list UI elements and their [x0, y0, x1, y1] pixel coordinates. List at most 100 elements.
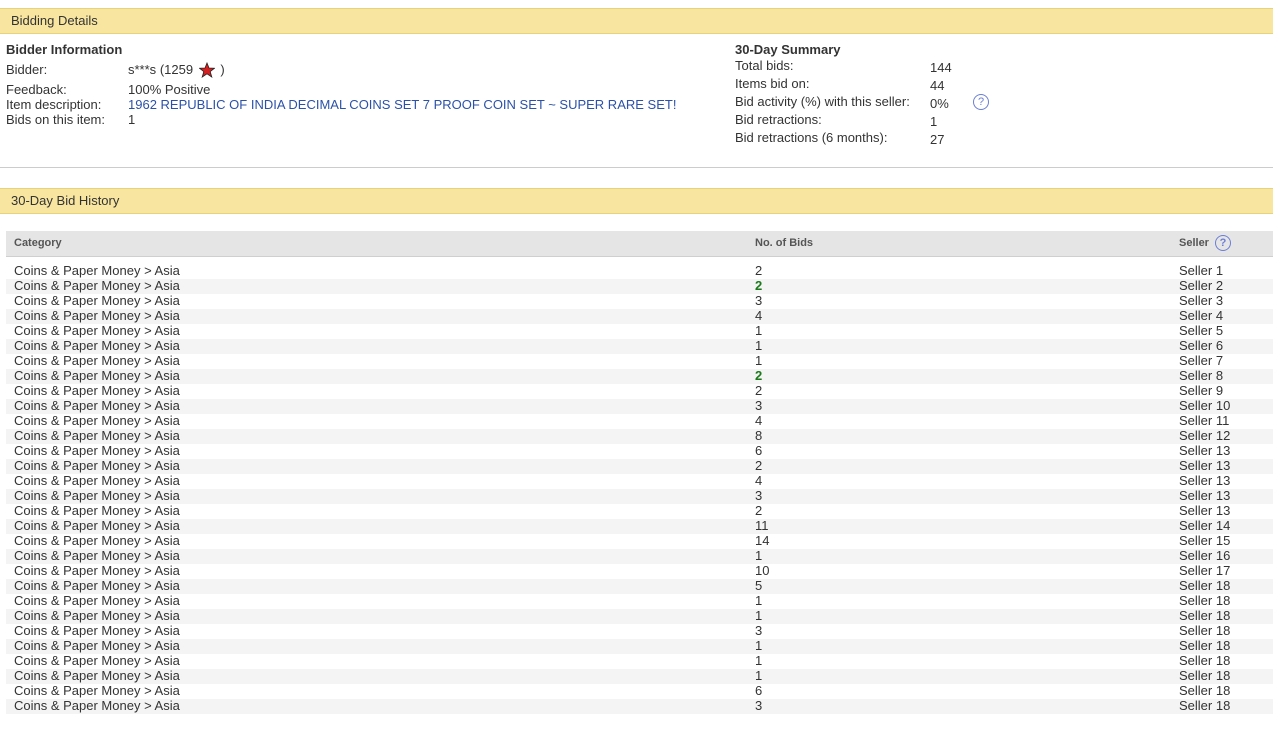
item-description-link[interactable]: 1962 REPUBLIC OF INDIA DECIMAL COINS SET… — [128, 97, 676, 112]
bid-retractions-label: Bid retractions: — [735, 112, 822, 127]
feedback-paren-close: ) — [220, 62, 225, 77]
seller-cell: Seller 13 — [1179, 503, 1231, 518]
seller-cell: Seller 7 — [1179, 353, 1224, 368]
category-cell: Coins & Paper Money > Asia — [14, 668, 180, 683]
bids-cell: 1 — [755, 338, 763, 353]
table-row: Coins & Paper Money > Asia 6 Seller 13 — [6, 444, 1273, 459]
seller-cell: Seller 18 — [1179, 593, 1231, 608]
category-cell: Coins & Paper Money > Asia — [14, 623, 180, 638]
category-cell: Coins & Paper Money > Asia — [14, 278, 180, 293]
column-header-bids[interactable]: No. of Bids — [755, 237, 813, 249]
bidder-name[interactable]: s***s — [128, 62, 156, 77]
category-cell: Coins & Paper Money > Asia — [14, 398, 180, 413]
bid-history-table-header: Category No. of Bids Seller ? — [6, 231, 1273, 257]
category-cell: Coins & Paper Money > Asia — [14, 368, 180, 383]
section-divider — [0, 167, 1273, 168]
bids-cell: 3 — [755, 488, 763, 503]
bid-history-table-body: Coins & Paper Money > Asia 2 Seller 1 Coins… — [6, 264, 1273, 714]
seller-cell: Seller 11 — [1179, 413, 1230, 428]
bids-cell: 1 — [755, 323, 763, 338]
category-cell: Coins & Paper Money > Asia — [14, 683, 180, 698]
table-row: Coins & Paper Money > Asia 1 Seller 7 — [6, 354, 1273, 369]
feedback-score[interactable]: 1259 — [164, 62, 193, 77]
table-row: Coins & Paper Money > Asia 1 Seller 18 — [6, 594, 1273, 609]
table-row: Coins & Paper Money > Asia 1 Seller 5 — [6, 324, 1273, 339]
seller-cell: Seller 14 — [1179, 518, 1231, 533]
bidder-value: s***s (1259 ) — [128, 61, 225, 78]
table-row: Coins & Paper Money > Asia 1 Seller 18 — [6, 654, 1273, 669]
table-row: Coins & Paper Money > Asia 1 Seller 6 — [6, 339, 1273, 354]
bidding-details-header: Bidding Details — [0, 8, 1273, 34]
bids-cell: 1 — [755, 608, 763, 623]
seller-cell: Seller 5 — [1179, 323, 1224, 338]
category-cell: Coins & Paper Money > Asia — [14, 488, 180, 503]
seller-cell: Seller 2 — [1179, 278, 1224, 293]
column-header-seller-label[interactable]: Seller — [1179, 237, 1209, 249]
bids-cell: 1 — [755, 653, 763, 668]
seller-cell: Seller 4 — [1179, 308, 1224, 323]
category-cell: Coins & Paper Money > Asia — [14, 308, 180, 323]
table-row: Coins & Paper Money > Asia 1 Seller 16 — [6, 549, 1273, 564]
bid-activity-label: Bid activity (%) with this seller: — [735, 94, 910, 109]
bids-cell: 8 — [755, 428, 763, 443]
bids-cell: 1 — [755, 548, 763, 563]
bids-cell: 3 — [755, 698, 763, 713]
seller-cell: Seller 13 — [1179, 458, 1231, 473]
table-row: Coins & Paper Money > Asia 2 Seller 13 — [6, 459, 1273, 474]
seller-cell: Seller 10 — [1179, 398, 1231, 413]
table-row: Coins & Paper Money > Asia 3 Seller 10 — [6, 399, 1273, 414]
bids-cell: 3 — [755, 398, 763, 413]
bids-on-item-label: Bids on this item: — [6, 112, 105, 127]
table-row: Coins & Paper Money > Asia 14 Seller 15 — [6, 534, 1273, 549]
table-row: Coins & Paper Money > Asia 5 Seller 18 — [6, 579, 1273, 594]
items-bid-value: 44 — [930, 78, 945, 93]
bids-cell: 6 — [755, 683, 763, 698]
category-cell: Coins & Paper Money > Asia — [14, 383, 180, 398]
table-row: Coins & Paper Money > Asia 1 Seller 18 — [6, 669, 1273, 684]
bid-retractions-value: 1 — [930, 114, 938, 129]
table-row: Coins & Paper Money > Asia 4 Seller 13 — [6, 474, 1273, 489]
seller-cell: Seller 18 — [1179, 638, 1231, 653]
seller-help-icon[interactable]: ? — [1215, 235, 1232, 251]
seller-cell: Seller 18 — [1179, 683, 1231, 698]
table-row: Coins & Paper Money > Asia 4 Seller 4 — [6, 309, 1273, 324]
bidder-information-panel: Bidder Information Bidder: s***s (1259 )… — [6, 42, 716, 152]
feedback-label: Feedback: — [6, 82, 67, 97]
help-icon[interactable]: ? — [973, 94, 989, 110]
table-row: Coins & Paper Money > Asia 10 Seller 17 — [6, 564, 1273, 579]
seller-cell: Seller 16 — [1179, 548, 1231, 563]
table-row: Coins & Paper Money > Asia 6 Seller 18 — [6, 684, 1273, 699]
seller-cell: Seller 6 — [1179, 338, 1224, 353]
seller-cell: Seller 17 — [1179, 563, 1231, 578]
seller-cell: Seller 18 — [1179, 578, 1231, 593]
column-header-category[interactable]: Category — [14, 237, 62, 249]
category-cell: Coins & Paper Money > Asia — [14, 353, 180, 368]
total-bids-label: Total bids: — [735, 58, 794, 73]
table-row: Coins & Paper Money > Asia 8 Seller 12 — [6, 429, 1273, 444]
table-row: Coins & Paper Money > Asia 3 Seller 13 — [6, 489, 1273, 504]
table-row: Coins & Paper Money > Asia 3 Seller 18 — [6, 624, 1273, 639]
bids-cell: 1 — [755, 593, 763, 608]
bid-retractions-6m-label: Bid retractions (6 months): — [735, 130, 888, 145]
bids-cell: 2 — [755, 263, 763, 278]
table-row: Coins & Paper Money > Asia 3 Seller 18 — [6, 699, 1273, 714]
bids-cell: 2 — [755, 383, 763, 398]
bids-cell: 11 — [755, 518, 769, 533]
table-row: Coins & Paper Money > Asia 1 Seller 18 — [6, 609, 1273, 624]
bid-activity-value: 0% — [930, 96, 949, 111]
total-bids-value: 144 — [930, 60, 952, 75]
category-cell: Coins & Paper Money > Asia — [14, 563, 180, 578]
seller-cell: Seller 13 — [1179, 443, 1231, 458]
seller-cell: Seller 18 — [1179, 668, 1231, 683]
category-cell: Coins & Paper Money > Asia — [14, 638, 180, 653]
bids-cell: 2 — [755, 368, 763, 383]
table-row: Coins & Paper Money > Asia 3 Seller 3 — [6, 294, 1273, 309]
table-row: Coins & Paper Money > Asia 2 Seller 1 — [6, 264, 1273, 279]
table-row: Coins & Paper Money > Asia 2 Seller 2 — [6, 279, 1273, 294]
bids-cell: 6 — [755, 443, 763, 458]
seller-cell: Seller 9 — [1179, 383, 1224, 398]
table-row: Coins & Paper Money > Asia 1 Seller 18 — [6, 639, 1273, 654]
bids-cell: 1 — [755, 353, 763, 368]
category-cell: Coins & Paper Money > Asia — [14, 413, 180, 428]
table-row: Coins & Paper Money > Asia 2 Seller 13 — [6, 504, 1273, 519]
